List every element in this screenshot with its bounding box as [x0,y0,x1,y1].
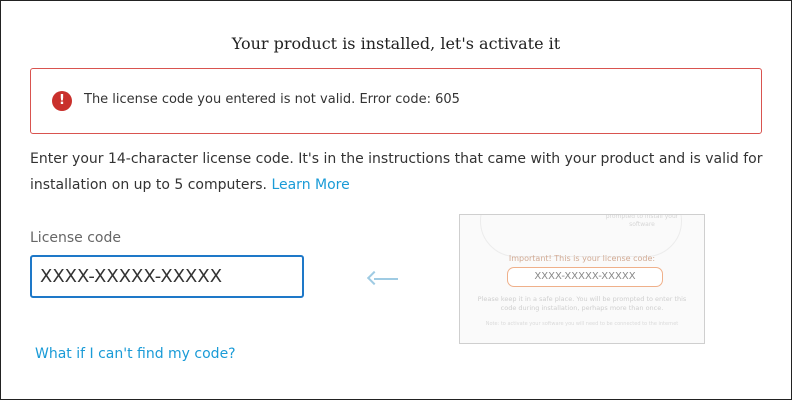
learn-more-link[interactable]: Learn More [271,177,349,193]
dialog-title: Your product is installed, let's activat… [231,34,561,53]
card-title: Important! This is your license code: [508,254,656,263]
card-note: Please keep it in a safe place. You will… [477,295,687,312]
license-card-illustration: prompted to install your software Import… [459,214,705,344]
card-sample-code: XXXX-XXXXX-XXXXX [507,267,663,287]
error-banner: ! The license code you entered is not va… [30,68,762,134]
license-code-input[interactable] [30,255,304,298]
instructions-body: Enter your 14-character license code. It… [30,151,763,193]
license-code-label: License code [30,230,121,246]
error-message: The license code you entered is not vali… [84,92,460,107]
error-icon: ! [52,91,72,111]
cant-find-code-link[interactable]: What if I can't find my code? [35,346,236,362]
instructions-text: Enter your 14-character license code. It… [30,146,770,198]
card-faint-text: prompted to install your software [605,214,679,228]
card-footnote: Note: to activate your software you will… [485,321,679,327]
